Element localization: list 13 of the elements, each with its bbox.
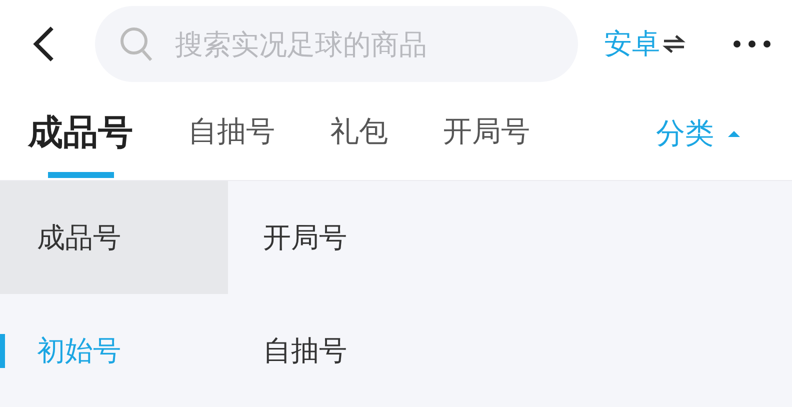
swap-arrows-icon — [662, 34, 686, 54]
category-item[interactable]: 成品号 — [0, 181, 228, 294]
tab[interactable]: 礼包 — [330, 88, 388, 180]
tab[interactable]: 自抽号 — [188, 88, 275, 180]
subcategory-item[interactable]: 自抽号 — [228, 294, 347, 407]
subcategory-item[interactable]: 开局号 — [228, 181, 347, 294]
search-field[interactable]: 搜索实况足球的商品 — [95, 6, 578, 82]
tab[interactable]: 开局号 — [443, 88, 530, 180]
tab[interactable]: 成品号 — [28, 88, 133, 180]
search-icon — [119, 26, 153, 62]
search-input[interactable]: 搜索实况足球的商品 — [173, 26, 557, 62]
more-icon[interactable] — [732, 39, 772, 50]
caret-icon — [726, 129, 742, 140]
